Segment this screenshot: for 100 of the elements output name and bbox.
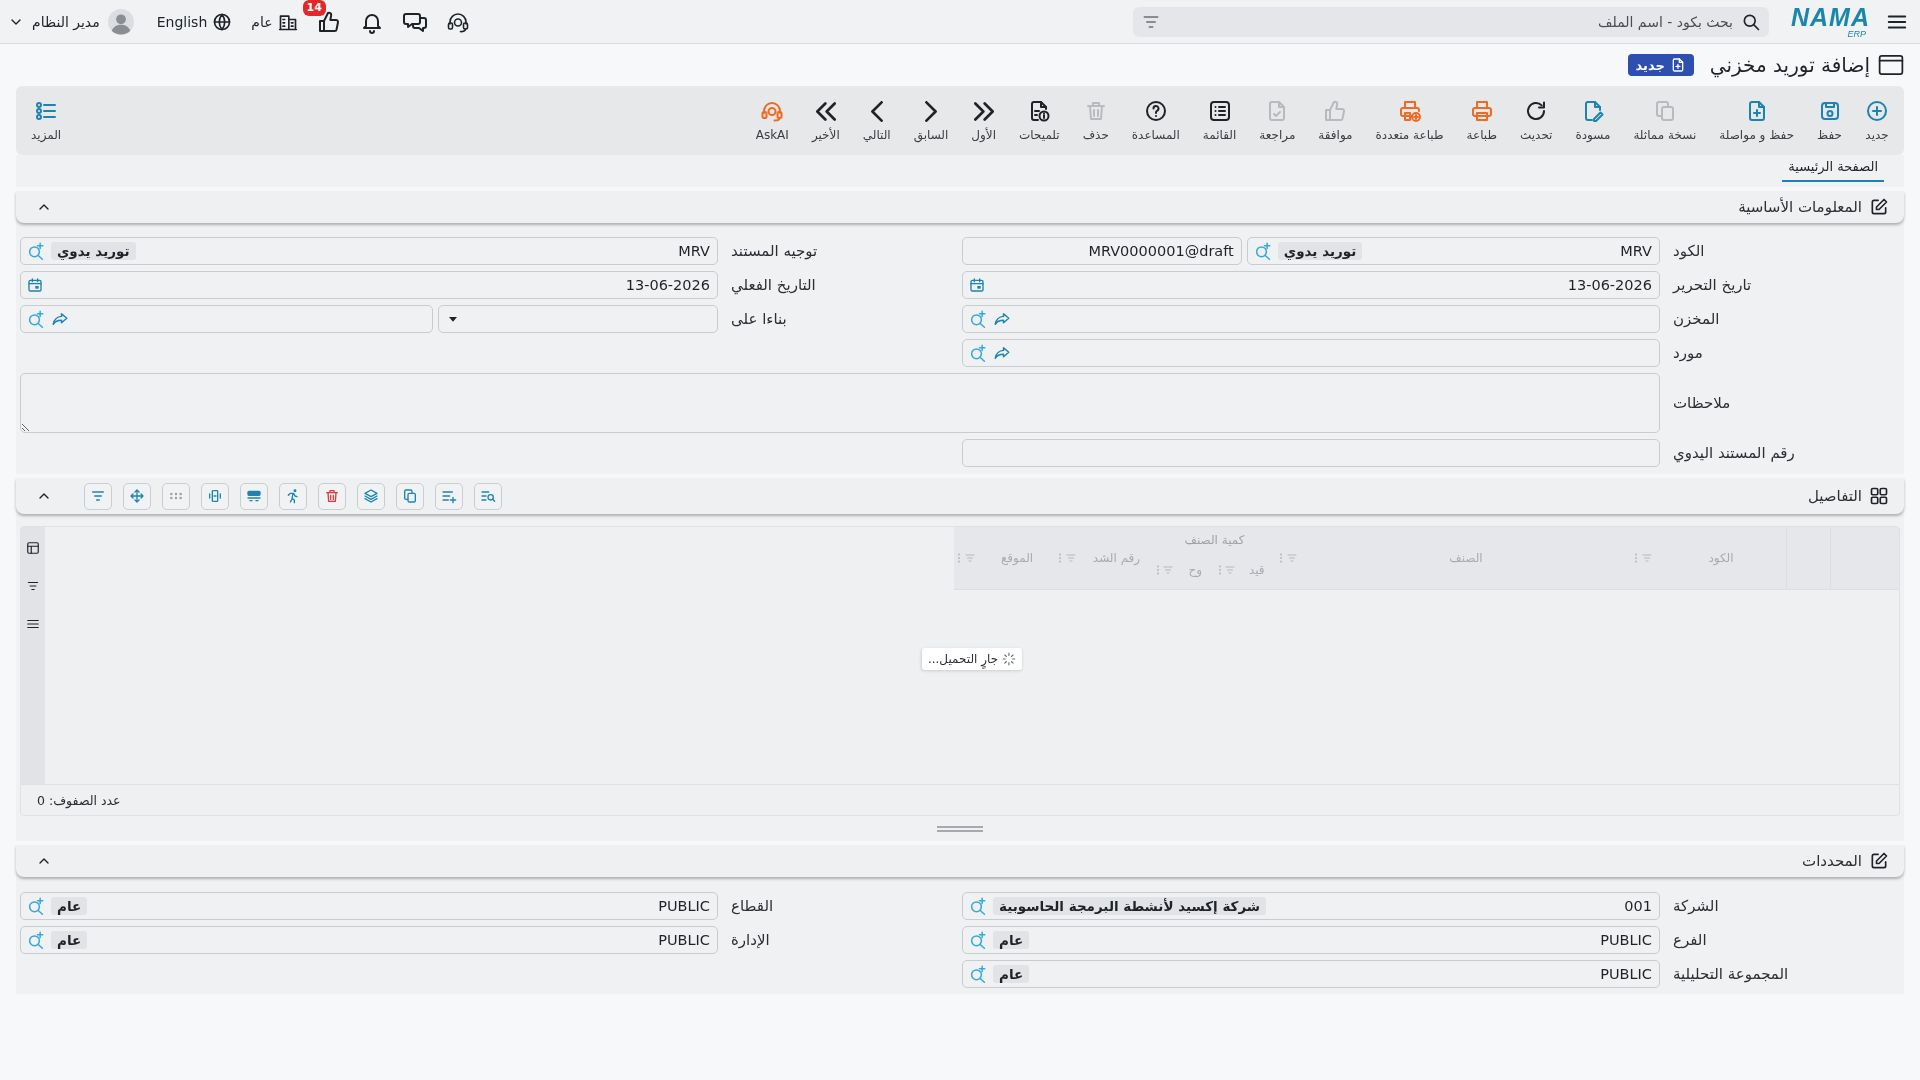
text-field[interactable] bbox=[962, 439, 1660, 467]
search-plus-icon[interactable] bbox=[27, 242, 45, 260]
section-title: المحددات bbox=[1802, 852, 1862, 870]
field-label: المجموعة التحليلية bbox=[1672, 965, 1790, 983]
rows-button[interactable] bbox=[240, 482, 268, 510]
table-icon[interactable] bbox=[26, 541, 40, 555]
resize-handle[interactable] bbox=[936, 824, 984, 833]
copy-row-button[interactable] bbox=[396, 482, 424, 510]
record-name: عام bbox=[993, 965, 1030, 983]
record-name: توريد يدوي bbox=[1277, 242, 1363, 260]
help-icon bbox=[1143, 99, 1168, 123]
filter-icon bbox=[90, 488, 106, 504]
search-plus-icon[interactable] bbox=[969, 965, 987, 983]
lookup-field[interactable] bbox=[20, 305, 434, 333]
plus-circle-icon bbox=[1865, 99, 1889, 123]
chevron-right-icon bbox=[925, 100, 937, 122]
menu-icon[interactable] bbox=[26, 617, 40, 631]
delete-row-button[interactable] bbox=[318, 482, 346, 510]
spinner-icon bbox=[1002, 652, 1017, 666]
filter-button[interactable] bbox=[84, 482, 112, 510]
record-name: عام bbox=[51, 931, 88, 949]
filter-icon[interactable] bbox=[26, 579, 40, 593]
save-button[interactable]: حفظ bbox=[1806, 95, 1853, 146]
fit-width-button[interactable] bbox=[201, 482, 229, 510]
previous-button[interactable]: السابق bbox=[902, 95, 960, 146]
field-label: الإدارة bbox=[730, 931, 771, 949]
field-label: رقم المستند اليدوي bbox=[1672, 444, 1796, 462]
record-name: عام bbox=[993, 931, 1030, 949]
grid-dots-button[interactable] bbox=[162, 482, 190, 510]
multi-print-button[interactable]: طباعة متعددة bbox=[1364, 95, 1455, 146]
select-field[interactable] bbox=[438, 305, 718, 333]
field-label: القطاع bbox=[730, 897, 775, 915]
ask-ai-button[interactable]: AskAI bbox=[744, 95, 800, 146]
search-plus-icon[interactable] bbox=[969, 310, 987, 328]
date-field[interactable]: 13-06-2026 bbox=[962, 271, 1660, 299]
layers-button[interactable] bbox=[357, 482, 385, 510]
add-row-button[interactable] bbox=[435, 482, 463, 510]
search-plus-icon[interactable] bbox=[969, 897, 987, 915]
field-label: الفرع bbox=[1672, 931, 1708, 949]
double-chevron-right-icon bbox=[973, 101, 994, 121]
list-button[interactable]: القائمة bbox=[1191, 95, 1248, 146]
search-plus-icon[interactable] bbox=[27, 897, 45, 915]
lookup-field[interactable] bbox=[962, 305, 1660, 333]
app-logo[interactable]: NAMA ERP bbox=[1791, 4, 1870, 39]
find-button[interactable] bbox=[474, 482, 502, 510]
printer-plus-icon bbox=[1397, 99, 1422, 123]
search-plus-icon[interactable] bbox=[27, 931, 45, 949]
print-button[interactable]: طباعة bbox=[1455, 95, 1508, 146]
branch-button[interactable]: عام bbox=[251, 11, 298, 32]
run-button[interactable] bbox=[279, 482, 307, 510]
search-plus-icon[interactable] bbox=[27, 310, 45, 328]
notes-field[interactable] bbox=[20, 373, 1660, 433]
grid-icon bbox=[1869, 486, 1889, 506]
lookup-field[interactable] bbox=[962, 339, 1660, 367]
printer-icon bbox=[1469, 99, 1494, 123]
share-icon[interactable] bbox=[51, 310, 69, 328]
language-button[interactable]: English bbox=[156, 11, 233, 32]
user-menu-button[interactable]: مدير النظام bbox=[8, 8, 134, 35]
next-button[interactable]: التالي bbox=[851, 95, 902, 146]
save-continue-button[interactable]: حفظ و مواصلة bbox=[1708, 95, 1806, 146]
kebab-menu-icon[interactable] bbox=[1279, 552, 1283, 564]
field-label: المخزن bbox=[1672, 310, 1721, 328]
hints-button[interactable]: تلميحات bbox=[1008, 95, 1071, 146]
avatar-icon bbox=[107, 8, 134, 35]
thumbs-up-icon bbox=[1323, 99, 1348, 123]
kebab-menu-icon[interactable] bbox=[1634, 552, 1638, 564]
search-plus-icon[interactable] bbox=[969, 344, 987, 362]
date-field[interactable]: 13-06-2026 bbox=[20, 271, 718, 299]
running-figure-icon bbox=[285, 488, 301, 504]
field-label: التاريخ الفعلي bbox=[730, 276, 817, 294]
help-button[interactable]: المساعدة bbox=[1120, 95, 1191, 146]
share-icon[interactable] bbox=[993, 310, 1011, 328]
globe-icon bbox=[212, 11, 233, 32]
field-label: الشركة bbox=[1672, 897, 1720, 915]
more-button[interactable]: المزيد bbox=[20, 95, 73, 146]
kebab-menu-icon[interactable] bbox=[1156, 564, 1160, 576]
kebab-menu-icon[interactable] bbox=[1058, 552, 1062, 564]
share-icon[interactable] bbox=[993, 344, 1011, 362]
search-plus-icon[interactable] bbox=[969, 931, 987, 949]
edit-icon bbox=[1869, 851, 1889, 871]
new-button[interactable]: جديد bbox=[1854, 95, 1900, 146]
tab[interactable]: الصفحة الرئيسية bbox=[1782, 159, 1884, 182]
draft-button[interactable]: مسودة bbox=[1564, 95, 1622, 146]
calendar-icon[interactable] bbox=[27, 277, 43, 293]
first-button[interactable]: الأول bbox=[960, 95, 1008, 146]
code-field[interactable]: MRV0000001@draft bbox=[962, 237, 1242, 265]
calendar-icon[interactable] bbox=[969, 277, 985, 293]
last-button[interactable]: الأخير bbox=[800, 95, 851, 146]
status-label: جديد bbox=[1635, 57, 1665, 73]
kebab-menu-icon[interactable] bbox=[1217, 564, 1222, 576]
field-label: بناءا على bbox=[730, 310, 788, 328]
field-label: توجيه المستند bbox=[730, 242, 819, 260]
kebab-menu-icon[interactable] bbox=[957, 552, 961, 564]
refresh-button[interactable]: تحديث bbox=[1508, 95, 1564, 146]
record-name: عام bbox=[51, 897, 88, 915]
search-plus-icon[interactable] bbox=[1253, 242, 1272, 260]
search-field[interactable]: بحث بكود - اسم الملف bbox=[1133, 6, 1769, 37]
thumbs-up-icon[interactable] bbox=[316, 9, 341, 34]
page-title: إضافة توريد مخزني bbox=[1709, 53, 1870, 77]
move-button[interactable] bbox=[123, 482, 151, 510]
